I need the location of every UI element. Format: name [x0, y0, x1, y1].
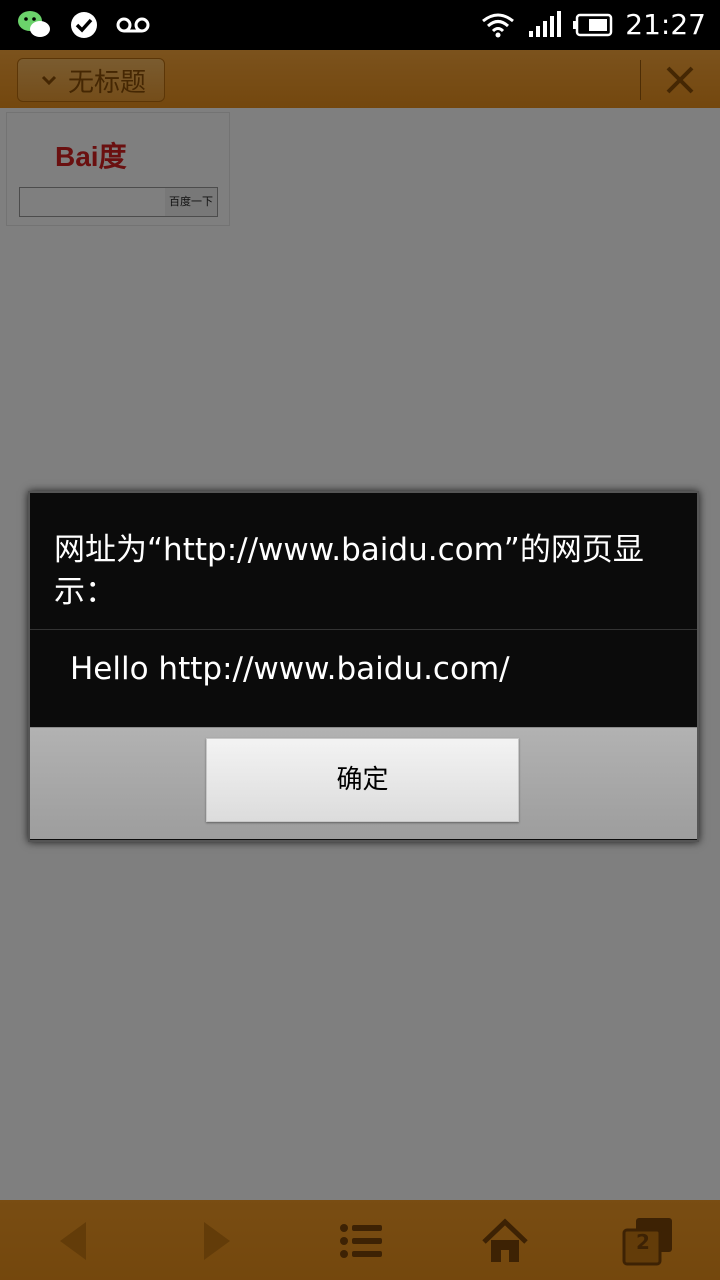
clock: 21:27: [625, 8, 706, 41]
check-circle-icon: [71, 12, 97, 38]
system-icons: 21:27: [481, 8, 706, 42]
dialog-title: 网址为“http://www.baidu.com”的网页显示：: [54, 532, 644, 610]
alert-dialog: 网址为“http://www.baidu.com”的网页显示： Hello ht…: [28, 491, 699, 842]
battery-icon: [573, 13, 613, 37]
ok-button[interactable]: 确定: [206, 738, 519, 822]
dialog-button-bar: 确定: [30, 727, 697, 839]
signal-icon: [529, 11, 562, 37]
notification-icons: [16, 9, 150, 41]
dialog-message: Hello http://www.baidu.com/: [70, 651, 510, 687]
status-bar: 21:27: [0, 0, 720, 50]
voicemail-icon: [116, 17, 150, 33]
wifi-icon: [482, 13, 515, 38]
wechat-icon: [18, 11, 50, 37]
dialog-divider: [30, 629, 697, 630]
